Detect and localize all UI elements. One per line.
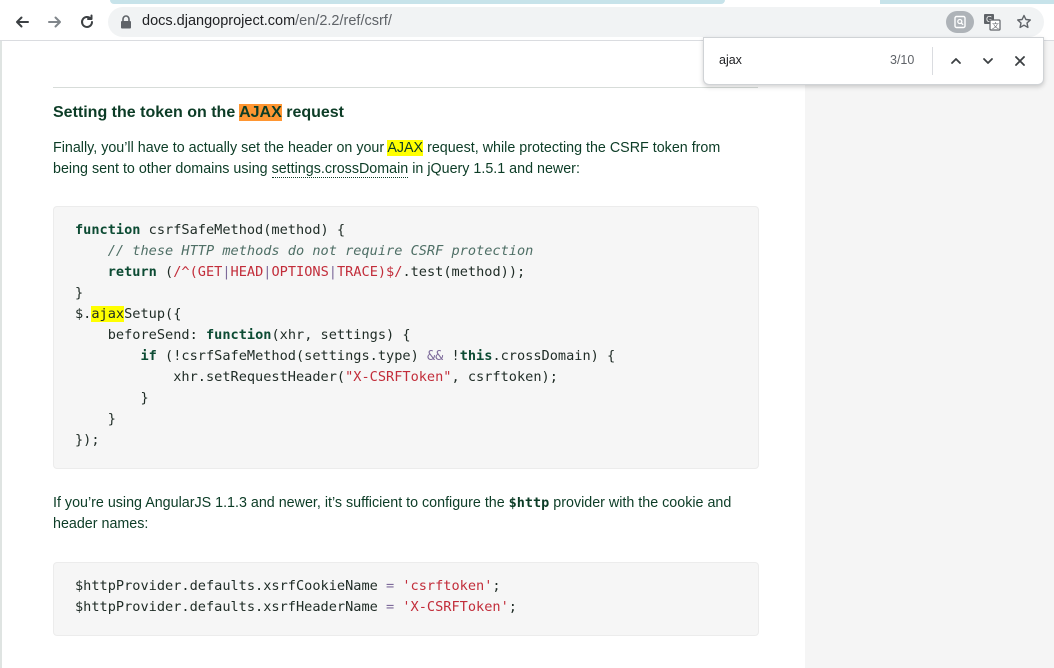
- code-text: }: [107, 411, 116, 427]
- code-text: $httpProvider.defaults.xsrfCookieName: [75, 578, 386, 594]
- code-operator: =: [386, 578, 395, 594]
- paragraph-ajax-intro: Finally, you’ll have to actually set the…: [53, 138, 753, 180]
- back-button[interactable]: [8, 8, 36, 36]
- code-regex: TRACE)$/: [336, 264, 403, 280]
- paragraph-text: If you’re using AngularJS 1.1.3 and newe…: [53, 495, 509, 511]
- chevron-up-icon: [951, 58, 961, 64]
- code-text: !: [443, 348, 460, 364]
- heading-text: Setting the token on the: [53, 104, 240, 121]
- url-path: /en/2.2/ref/csrf/: [295, 13, 392, 29]
- forward-arrow-icon: [48, 16, 61, 28]
- page-edge: [0, 41, 2, 668]
- find-input[interactable]: ajax: [719, 53, 742, 67]
- code-text: $.: [75, 306, 92, 322]
- code-string: 'csrftoken': [402, 578, 493, 594]
- chevron-down-icon: [983, 58, 993, 64]
- code-keyword: this: [459, 348, 493, 364]
- reload-icon: [81, 14, 93, 28]
- find-divider: [932, 47, 933, 75]
- url-text[interactable]: docs.djangoproject.com/en/2.2/ref/csrf/: [142, 13, 392, 29]
- sidebar: [805, 41, 1054, 668]
- close-icon: [1015, 56, 1025, 66]
- heading-text-end: request: [281, 104, 345, 121]
- code-comment: // these HTTP methods do not require CSR…: [107, 243, 534, 259]
- find-in-page-icon: [954, 15, 966, 29]
- paragraph-text: Finally, you’ll have to actually set the…: [53, 140, 388, 156]
- find-bar: ajax 3/10: [703, 37, 1044, 85]
- code-text: }: [75, 285, 84, 301]
- translate-icon: G文: [984, 14, 1001, 31]
- browser-toolbar: docs.djangoproject.com/en/2.2/ref/csrf/ …: [0, 4, 1054, 41]
- code-text: Setup({: [124, 306, 182, 322]
- code-text: (: [156, 264, 174, 280]
- code-text: xhr.setRequestHeader(: [173, 369, 346, 385]
- code-text: (xhr, settings) {: [271, 327, 411, 343]
- code-text: });: [75, 432, 100, 448]
- code-angular: $httpProvider.defaults.xsrfCookieName = …: [75, 576, 517, 618]
- svg-text:文: 文: [992, 21, 999, 30]
- code-text: .crossDomain) {: [492, 348, 616, 364]
- find-in-page-button[interactable]: [946, 11, 974, 33]
- paragraph-angular: If you’re using AngularJS 1.1.3 and newe…: [53, 493, 753, 535]
- code-operator: =: [386, 599, 395, 615]
- star-icon: [1017, 14, 1031, 29]
- inline-code: $http: [508, 495, 550, 511]
- find-previous-button[interactable]: [945, 50, 967, 72]
- code-text: ;: [508, 599, 517, 615]
- code-text: , csrftoken);: [451, 369, 558, 385]
- forward-button[interactable]: [41, 8, 69, 36]
- find-match-active: AJAX: [239, 104, 282, 121]
- find-next-button[interactable]: [977, 50, 999, 72]
- url-host: docs.djangoproject.com: [142, 13, 296, 29]
- paragraph-text: in jQuery 1.5.1 and newer:: [408, 161, 580, 177]
- translate-button[interactable]: G文: [980, 11, 1004, 33]
- code-operator: &&: [426, 348, 444, 364]
- code-string: 'X-CSRFToken': [402, 599, 509, 615]
- lock-icon[interactable]: [120, 15, 132, 29]
- crossdomain-link[interactable]: settings.crossDomain: [271, 161, 409, 178]
- code-text: csrfSafeMethod(method) {: [140, 222, 346, 238]
- code-text: }: [140, 390, 149, 406]
- find-match-count: 3/10: [890, 53, 915, 67]
- code-text: (!csrfSafeMethod(settings.type): [156, 348, 427, 364]
- back-arrow-icon: [16, 16, 29, 28]
- section-heading: Setting the token on the AJAX request: [53, 104, 344, 122]
- address-bar[interactable]: docs.djangoproject.com/en/2.2/ref/csrf/ …: [108, 7, 1044, 37]
- code-keyword: return: [107, 264, 157, 280]
- find-close-button[interactable]: [1009, 50, 1031, 72]
- find-match: AJAX: [387, 140, 424, 156]
- code-jquery: function csrfSafeMethod(method) { // the…: [75, 222, 616, 448]
- find-match: ajax: [91, 306, 125, 322]
- bookmark-button[interactable]: [1012, 11, 1036, 33]
- code-keyword: function: [75, 222, 141, 238]
- code-text: $httpProvider.defaults.xsrfHeaderName: [75, 599, 386, 615]
- code-block-angular: $httpProvider.defaults.xsrfCookieName = …: [53, 562, 759, 636]
- reload-button[interactable]: [73, 8, 101, 36]
- code-regex: OPTIONS: [271, 264, 329, 280]
- code-keyword: function: [205, 327, 272, 343]
- code-text: beforeSend:: [107, 327, 206, 343]
- code-keyword: if: [140, 348, 157, 364]
- section-divider: [53, 87, 758, 88]
- code-regex: /^(GET: [173, 264, 223, 280]
- code-text: ;: [492, 578, 501, 594]
- code-block-jquery: function csrfSafeMethod(method) { // the…: [53, 206, 759, 469]
- code-text: .test(method));: [402, 264, 526, 280]
- code-regex: HEAD: [230, 264, 264, 280]
- code-string: "X-CSRFToken": [345, 369, 452, 385]
